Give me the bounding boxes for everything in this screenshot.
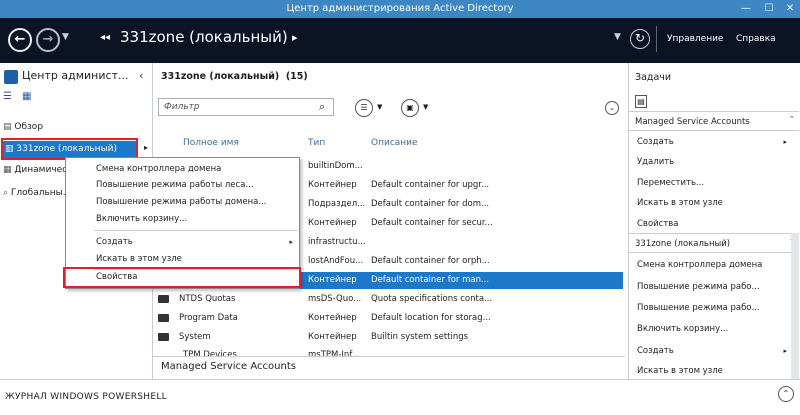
task-raise-level-2[interactable]: Повышение режима рабо... xyxy=(637,298,760,318)
nav-item-overview[interactable]: ▤ Обзор xyxy=(3,119,43,136)
details-title: Managed Service Accounts xyxy=(161,361,296,372)
item-count: (15) xyxy=(285,71,308,82)
refresh-icon[interactable]: ↻ xyxy=(630,29,650,49)
help-menu[interactable]: Справка xyxy=(736,34,776,44)
close-button[interactable]: ✕ xyxy=(778,0,800,18)
breadcrumb-chevron-icon[interactable]: ▸ xyxy=(292,31,298,44)
submenu-arrow-icon: ▸ xyxy=(783,347,787,355)
task-search-node[interactable]: Искать в этом узле xyxy=(637,193,723,213)
table-row[interactable]: System Контейнер Builtin system settings xyxy=(153,329,623,346)
forward-arrow-icon[interactable]: → xyxy=(36,28,60,52)
save-query-icon[interactable]: ▣ xyxy=(401,99,419,117)
col-type[interactable]: Тип xyxy=(308,135,325,152)
task-properties[interactable]: Свойства xyxy=(637,214,679,234)
view-options-icon[interactable]: ☰ xyxy=(355,99,373,117)
tasks-scrollbar[interactable] xyxy=(791,233,799,379)
folder-icon xyxy=(158,332,169,341)
submenu-arrow-icon: ▸ xyxy=(783,138,787,146)
task-raise-level-1[interactable]: Повышение режима рабо... xyxy=(637,277,760,297)
menu-properties[interactable]: Свойства xyxy=(66,270,299,285)
task-enable-recycle-bin[interactable]: Включить корзину... xyxy=(637,319,728,339)
menu-create[interactable]: Создать ▸ xyxy=(66,235,299,250)
clipboard-icon[interactable]: ▤ xyxy=(635,95,647,108)
overview-icon: ▤ xyxy=(3,122,12,132)
task-create[interactable]: Создать ▸ xyxy=(637,132,787,152)
history-dropdown-icon[interactable]: ▼ xyxy=(62,32,69,42)
navigation-toolbar: ← → ▼ ◂◂ 331zone (локальный) ▸ ▼ ↻ Управ… xyxy=(0,18,800,63)
tasks-title: Задачи xyxy=(635,72,672,83)
expand-powershell-icon[interactable]: ⌃ xyxy=(778,386,794,402)
col-description[interactable]: Описание xyxy=(371,135,418,152)
search-icon: ⌕ xyxy=(3,188,9,198)
nav-pane-title: Центр админист... xyxy=(22,69,129,82)
minimize-button[interactable]: — xyxy=(734,0,758,18)
filter-placeholder: Фильтр xyxy=(164,102,200,112)
toolbar-divider xyxy=(656,26,657,52)
tasks-pane: Задачи ▤ Managed Service Accounts ⌃ Созд… xyxy=(628,63,800,379)
expand-chevron-icon[interactable]: ▸ xyxy=(144,143,148,152)
view-dropdown-icon[interactable]: ▼ xyxy=(377,103,382,111)
tasks-section-331zone[interactable]: 331zone (локальный) xyxy=(629,233,799,253)
save-dropdown-icon[interactable]: ▼ xyxy=(423,103,428,111)
expand-filter-icon[interactable]: ⌄ xyxy=(605,101,619,115)
table-row[interactable]: Program Data Контейнер Default location fo… xyxy=(153,310,623,327)
back-arrow-icon[interactable]: ← xyxy=(8,28,32,52)
task-search-node-2[interactable]: Искать в этом узле xyxy=(637,361,723,381)
powershell-label: ЖУРНАЛ WINDOWS POWERSHELL xyxy=(5,392,167,402)
col-fullname[interactable]: Полное имя xyxy=(183,135,239,152)
menu-raise-domain[interactable]: Повышение режима работы домена... xyxy=(66,195,299,210)
nav-item-331zone[interactable]: ▥ 331zone (локальный) xyxy=(3,141,136,158)
table-row[interactable]: NTDS Quotas msDS-Quo... Quota specificatio… xyxy=(153,291,623,308)
collapse-section-icon[interactable]: ⌃ xyxy=(789,115,795,123)
task-move[interactable]: Переместить... xyxy=(637,173,704,193)
dynamic-access-icon: ▦ xyxy=(3,165,12,175)
ad-center-icon xyxy=(4,70,18,84)
task-change-dc[interactable]: Смена контроллера домена xyxy=(637,255,762,275)
manage-menu[interactable]: Управление xyxy=(667,34,723,44)
domain-icon: ▥ xyxy=(5,144,14,154)
details-bar[interactable]: Managed Service Accounts xyxy=(153,356,625,379)
window-title: Центр администрирования Active Directory xyxy=(286,3,514,14)
menu-change-dc[interactable]: Смена контроллера домена xyxy=(66,162,299,177)
powershell-history-bar[interactable]: ЖУРНАЛ WINDOWS POWERSHELL ⌃ xyxy=(0,379,800,415)
search-icon[interactable]: ⌕ xyxy=(319,100,325,114)
menu-raise-forest[interactable]: Повышение режима работы леса... xyxy=(66,178,299,193)
window-titlebar: Центр администрирования Active Directory xyxy=(0,0,800,18)
context-menu: Смена контроллера домена Повышение режим… xyxy=(65,157,300,289)
menu-enable-recycle-bin[interactable]: Включить корзину... xyxy=(66,212,299,227)
list-view-icon[interactable]: ☰ xyxy=(3,91,12,102)
menu-search-node[interactable]: Искать в этом узле xyxy=(66,252,299,267)
history-dropdown-icon[interactable]: ▼ xyxy=(614,32,621,42)
task-create-2[interactable]: Создать ▸ xyxy=(637,341,787,361)
breadcrumb[interactable]: 331zone (локальный) xyxy=(120,28,288,46)
folder-icon xyxy=(158,313,169,322)
folder-icon xyxy=(158,294,169,303)
tasks-section-msa[interactable]: Managed Service Accounts xyxy=(629,111,799,131)
content-title: 331zone (локальный) (15) xyxy=(161,71,308,82)
tree-view-icon[interactable]: ▦ xyxy=(22,91,31,102)
task-delete[interactable]: Удалить xyxy=(637,152,674,172)
breadcrumb-arrows-icon: ◂◂ xyxy=(100,32,111,43)
nav-item-global[interactable]: ⌕ Глобальны... xyxy=(3,185,71,202)
collapse-chevron-icon[interactable]: ‹ xyxy=(139,69,143,82)
menu-separator xyxy=(94,230,298,231)
filter-input[interactable]: Фильтр ⌕ xyxy=(158,98,334,116)
submenu-arrow-icon: ▸ xyxy=(289,238,293,246)
table-header: Полное имя Тип Описание xyxy=(153,135,623,152)
